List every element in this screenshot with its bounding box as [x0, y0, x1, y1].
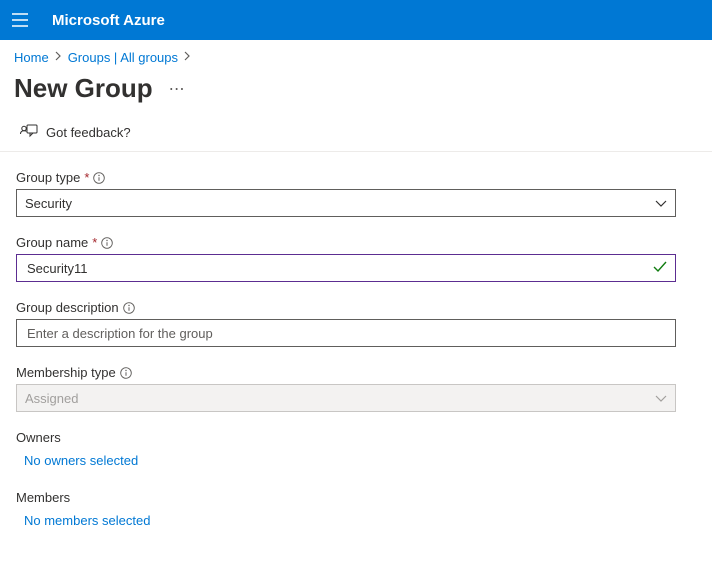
group-type-select[interactable]: Security [16, 189, 676, 217]
group-name-text[interactable] [25, 260, 653, 277]
breadcrumb-home-link[interactable]: Home [14, 50, 49, 65]
info-icon[interactable] [120, 367, 132, 379]
brand-name: Microsoft Azure [52, 12, 165, 29]
group-description-input[interactable] [16, 319, 676, 347]
breadcrumb: Home Groups | All groups [0, 40, 712, 65]
owners-section: Owners No owners selected [16, 430, 696, 468]
info-icon[interactable] [123, 302, 135, 314]
title-row: New Group ⋯ [0, 65, 712, 124]
group-type-label: Group type [16, 170, 80, 185]
chevron-right-icon [55, 51, 62, 64]
chevron-down-icon [655, 196, 667, 211]
top-bar: Microsoft Azure [0, 0, 712, 40]
info-icon[interactable] [101, 237, 113, 249]
group-name-input[interactable] [16, 254, 676, 282]
membership-type-select: Assigned [16, 384, 676, 412]
members-link[interactable]: No members selected [16, 513, 696, 528]
hamburger-icon [12, 13, 28, 27]
more-actions-button[interactable]: ⋯ [169, 79, 186, 99]
owners-link[interactable]: No owners selected [16, 453, 696, 468]
group-description-text[interactable] [25, 325, 667, 342]
chevron-down-icon [655, 391, 667, 406]
page-title: New Group [14, 73, 153, 104]
feedback-button[interactable]: Got feedback? [0, 124, 712, 152]
info-icon[interactable] [93, 172, 105, 184]
group-description-label: Group description [16, 300, 119, 315]
feedback-icon [20, 124, 38, 141]
members-label: Members [16, 490, 696, 505]
membership-type-value: Assigned [25, 391, 78, 406]
group-type-value: Security [25, 196, 72, 211]
checkmark-icon [653, 261, 667, 276]
owners-label: Owners [16, 430, 696, 445]
membership-type-label: Membership type [16, 365, 116, 380]
required-indicator: * [84, 170, 89, 185]
required-indicator: * [92, 235, 97, 250]
group-type-field: Group type * Security [16, 170, 696, 217]
members-section: Members No members selected [16, 490, 696, 528]
hamburger-menu-button[interactable] [8, 8, 32, 32]
group-name-label: Group name [16, 235, 88, 250]
form: Group type * Security Group name * [0, 152, 712, 528]
membership-type-field: Membership type Assigned [16, 365, 696, 412]
group-description-field: Group description [16, 300, 696, 347]
feedback-label: Got feedback? [46, 125, 131, 140]
breadcrumb-groups-link[interactable]: Groups | All groups [68, 50, 178, 65]
group-name-field: Group name * [16, 235, 696, 282]
chevron-right-icon [184, 51, 191, 64]
